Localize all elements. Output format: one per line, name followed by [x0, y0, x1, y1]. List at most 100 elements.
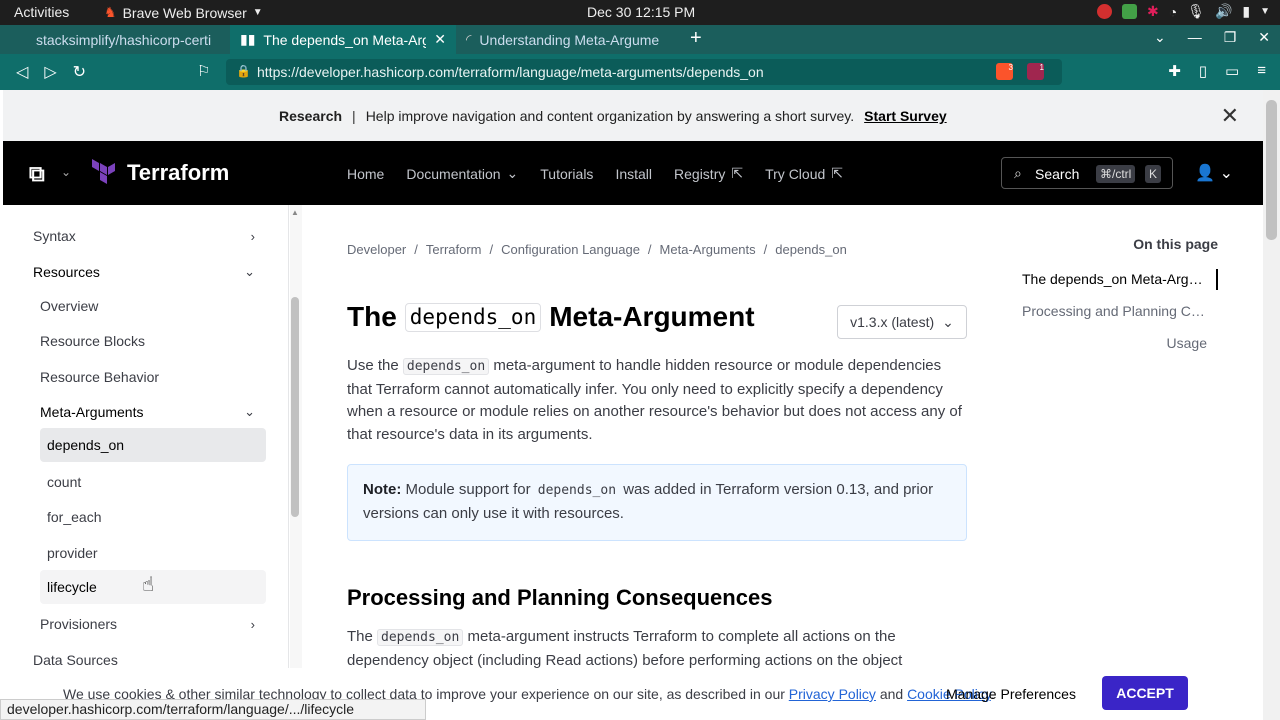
- scroll-up-icon[interactable]: ▲: [291, 208, 299, 217]
- sidebar-item-label: count: [47, 474, 82, 490]
- microphone-icon: 🎙: [1187, 3, 1205, 19]
- activities-button[interactable]: Activities: [14, 4, 69, 20]
- tab-search-icon[interactable]: ⌄: [1154, 29, 1166, 46]
- nav-tutorials[interactable]: Tutorials: [540, 165, 593, 182]
- nav-buttons: ◁ ▷ ↻: [16, 62, 86, 82]
- system-tray[interactable]: ✱ ◔ 🎙 🔊 ▮ ▼: [1096, 3, 1270, 20]
- page-title: The depends_on Meta-Argument: [347, 303, 755, 332]
- system-clock[interactable]: Dec 30 12:15 PM: [587, 4, 695, 20]
- sidebar-item-label: Overview: [40, 298, 99, 314]
- product-name[interactable]: Terraform: [127, 160, 229, 186]
- breadcrumb-configuration-language[interactable]: Configuration Language: [501, 239, 640, 262]
- sidebar-item-data-sources[interactable]: Data Sources: [33, 651, 118, 669]
- sidebar-item-provider[interactable]: provider: [47, 544, 98, 562]
- sidebar-item-overview[interactable]: Overview: [40, 297, 98, 315]
- breadcrumb: Developer / Terraform / Configuration La…: [347, 239, 847, 262]
- breadcrumb-terraform[interactable]: Terraform: [426, 239, 482, 262]
- nav-registry[interactable]: Registry ⇱: [674, 165, 743, 182]
- sidebar-item-resources[interactable]: Resources ⌄: [33, 263, 255, 281]
- title-text: The: [347, 301, 397, 332]
- new-tab-button[interactable]: +: [690, 27, 702, 50]
- sidebar-scrollbar[interactable]: ▲: [290, 205, 302, 720]
- extensions-icon[interactable]: ✚: [1168, 62, 1181, 80]
- breadcrumb-meta-arguments[interactable]: Meta-Arguments: [660, 239, 756, 262]
- maximize-icon[interactable]: ❐: [1224, 29, 1237, 46]
- start-survey-link[interactable]: Start Survey: [864, 108, 946, 124]
- tab-understanding-meta-arguments[interactable]: ◜ Understanding Meta-Argume: [456, 25, 684, 54]
- url-text[interactable]: https://developer.hashicorp.com/terrafor…: [257, 64, 764, 80]
- breadcrumb-developer[interactable]: Developer: [347, 239, 406, 262]
- brave-shields-icon[interactable]: 3: [996, 63, 1013, 80]
- menu-icon[interactable]: ≡: [1257, 62, 1266, 80]
- sidebar-item-label: for_each: [47, 509, 102, 525]
- search-icon: ⌕: [1014, 165, 1022, 181]
- nav-try-cloud[interactable]: Try Cloud ⇱: [765, 165, 843, 182]
- breadcrumb-separator: /: [489, 242, 494, 257]
- app-menu[interactable]: ♞ Brave Web Browser ▼: [104, 4, 263, 21]
- nav-documentation[interactable]: Documentation ⌄: [406, 165, 518, 182]
- toc-item[interactable]: Processing and Planning Co...: [1022, 303, 1206, 319]
- hand-cursor-icon: ☝: [142, 574, 155, 596]
- window-controls: ⌄ — ❐ ✕: [1154, 29, 1270, 46]
- sidebar-item-count[interactable]: count: [47, 473, 81, 491]
- sidebar-item-meta-arguments[interactable]: Meta-Arguments ⌄: [40, 403, 255, 421]
- back-icon[interactable]: ◁: [16, 62, 28, 82]
- reload-icon[interactable]: ↻: [73, 62, 86, 82]
- tab-stacksimplify[interactable]: stacksimplify/hashicorp-certi: [0, 25, 230, 54]
- nav-install[interactable]: Install: [615, 165, 652, 182]
- wifi-icon: ◔: [1168, 3, 1178, 20]
- banner-separator: |: [352, 108, 356, 124]
- minimize-icon[interactable]: —: [1188, 29, 1202, 46]
- sidebar-scrollbar-thumb[interactable]: [291, 297, 299, 517]
- search-button[interactable]: ⌕ Search ⌘/ctrl K: [1001, 157, 1173, 189]
- close-window-icon[interactable]: ✕: [1258, 29, 1270, 46]
- toolbar-right: ✚ ▯ ▭ ≡: [1168, 62, 1266, 80]
- site-navbar: ⧉ ⌄ Terraform Home Documentation ⌄ Tutori…: [3, 141, 1263, 205]
- chevron-down-icon: ▼: [252, 7, 263, 18]
- hashicorp-logo-icon[interactable]: ⧉: [29, 161, 45, 187]
- manage-preferences-button[interactable]: Manage Preferences: [946, 686, 1076, 702]
- accept-cookies-button[interactable]: ACCEPT: [1102, 676, 1188, 710]
- title-code: depends_on: [404, 303, 542, 332]
- version-select[interactable]: v1.3.x (latest) ⌄: [837, 305, 967, 339]
- banner-label: Research: [279, 108, 343, 124]
- page-scrollbar[interactable]: [1263, 90, 1280, 720]
- nav-home[interactable]: Home: [347, 165, 384, 182]
- sidebar-item-resource-behavior[interactable]: Resource Behavior: [40, 368, 159, 386]
- chevron-down-icon[interactable]: ⌄: [61, 165, 71, 179]
- brave-rewards-icon[interactable]: 1: [1027, 63, 1044, 80]
- sidebar-item-label: Resource Behavior: [40, 369, 160, 385]
- toc-item[interactable]: Usage: [1022, 335, 1207, 351]
- page-scrollbar-thumb[interactable]: [1266, 100, 1277, 240]
- tab-title: Understanding Meta-Argume: [479, 31, 660, 48]
- bookmark-icon[interactable]: ⚐: [197, 62, 210, 80]
- loading-spinner-icon: ◜: [466, 31, 472, 47]
- close-banner-icon[interactable]: ✕: [1221, 103, 1239, 129]
- sidebar-item-provisioners[interactable]: Provisioners ›: [40, 615, 255, 633]
- sidebar-item-for-each[interactable]: for_each: [47, 508, 101, 526]
- privacy-policy-link[interactable]: Privacy Policy: [789, 686, 876, 702]
- address-bar[interactable]: 🔒 https://developer.hashicorp.com/terraf…: [226, 59, 1062, 85]
- wallet-icon[interactable]: ▭: [1225, 62, 1239, 80]
- close-tab-icon[interactable]: ✕: [434, 31, 446, 48]
- system-top-bar: Activities ♞ Brave Web Browser ▼ Dec 30 …: [0, 0, 1280, 25]
- kbd-key: K: [1145, 165, 1162, 183]
- main-nav-links: Home Documentation ⌄ Tutorials Install Re…: [347, 165, 843, 182]
- search-label: Search: [1035, 166, 1080, 182]
- user-menu-icon[interactable]: 👤 ⌄: [1195, 163, 1233, 183]
- sidebar-item-syntax[interactable]: Syntax ›: [33, 227, 255, 245]
- terraform-logo-icon[interactable]: [91, 158, 117, 186]
- lock-icon[interactable]: 🔒: [236, 64, 251, 78]
- inline-code: depends_on: [537, 483, 617, 498]
- toc-item[interactable]: The depends_on Meta-Argu...: [1022, 271, 1206, 287]
- chevron-down-icon: ⌄: [506, 165, 519, 181]
- sidebar-item-depends-on[interactable]: depends_on: [40, 428, 266, 462]
- sidebar-icon[interactable]: ▯: [1199, 62, 1207, 80]
- tab-depends-on[interactable]: ▮▮ The depends_on Meta-Arg ✕: [230, 25, 456, 54]
- chevron-right-icon: ›: [250, 228, 255, 244]
- sidebar-item-resource-blocks[interactable]: Resource Blocks: [40, 332, 145, 350]
- breadcrumb-separator: /: [647, 242, 652, 257]
- nav-label: Try Cloud: [765, 165, 826, 182]
- banner-message: Research | Help improve navigation and c…: [279, 108, 947, 124]
- forward-icon[interactable]: ▷: [44, 62, 56, 82]
